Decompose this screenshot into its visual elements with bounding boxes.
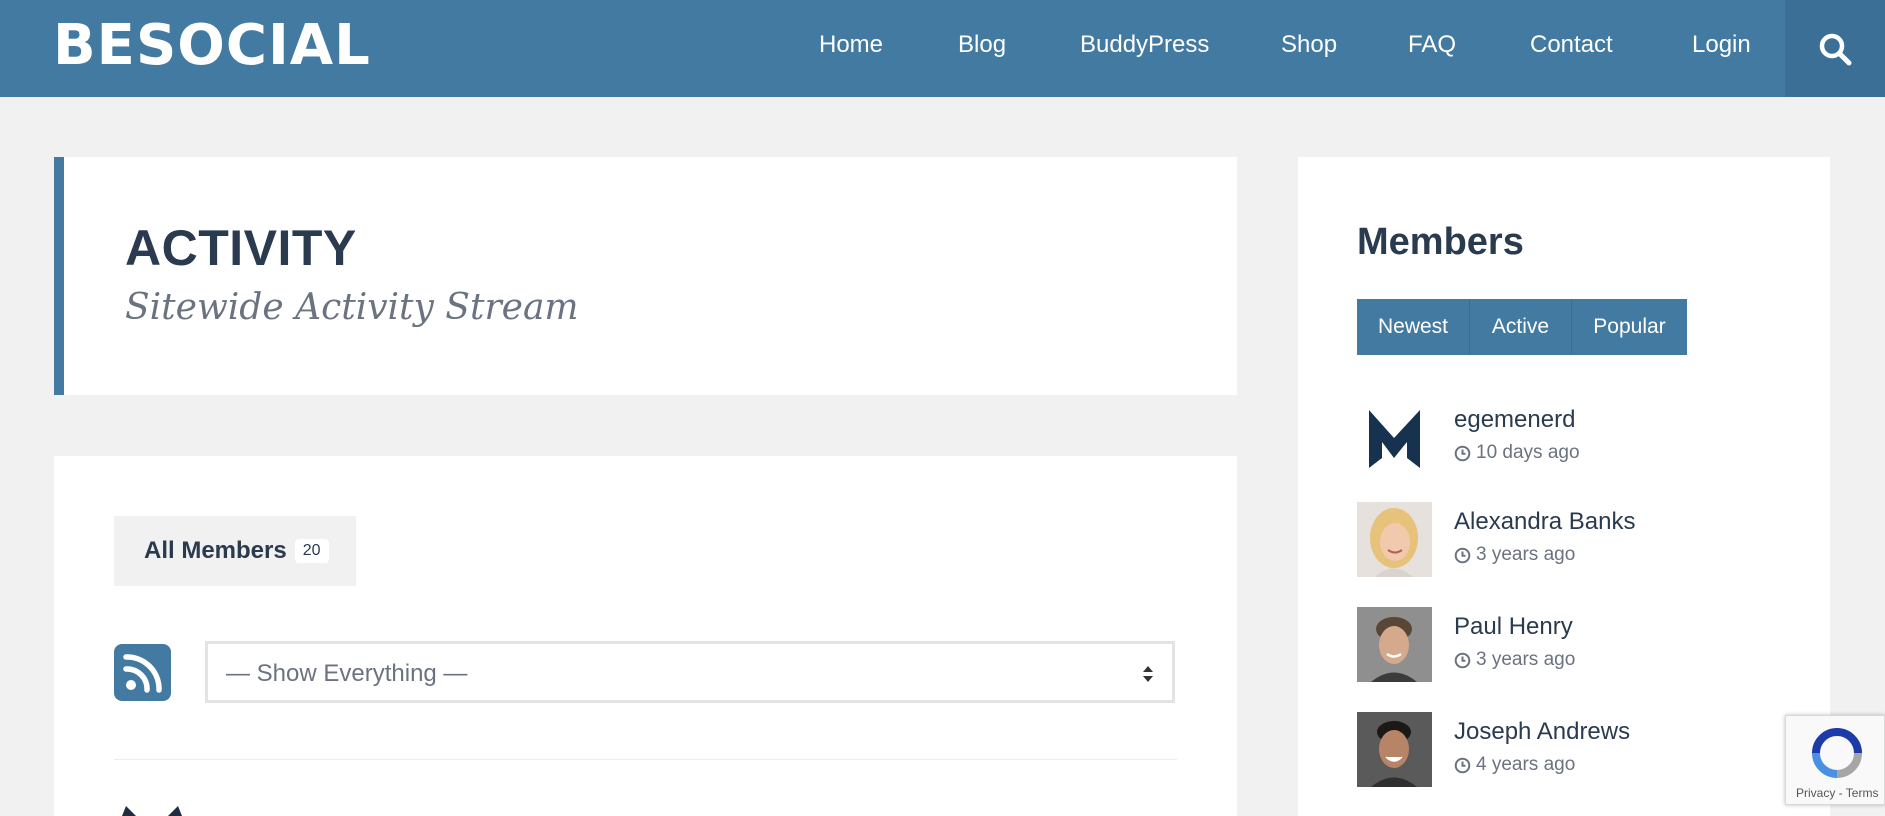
members-widget-title: Members	[1357, 221, 1524, 263]
all-members-label: All Members	[144, 537, 287, 564]
avatar[interactable]	[1357, 502, 1432, 577]
activity-filter-select[interactable]: — Show Everything —	[205, 641, 1175, 703]
member-last-active: 3 years ago	[1454, 649, 1575, 671]
filter-selected-value: — Show Everything —	[226, 660, 468, 687]
member-item[interactable]: egemenerd 10 days ago	[1357, 400, 1777, 475]
member-time: 3 years ago	[1476, 544, 1576, 565]
site-logo[interactable]: BESOCIAL	[53, 14, 371, 78]
avatar[interactable]	[1357, 400, 1432, 475]
nav-blog[interactable]: Blog	[958, 31, 1006, 59]
top-navigation-bar: BESOCIAL Home Blog BuddyPress Shop FAQ C…	[0, 0, 1885, 97]
nav-shop[interactable]: Shop	[1281, 31, 1337, 59]
page-subtitle: Sitewide Activity Stream	[125, 287, 579, 328]
members-filter-tabs: Newest Active Popular	[1357, 299, 1687, 355]
member-item[interactable]: Joseph Andrews 4 years ago	[1357, 712, 1777, 787]
clock-icon	[1454, 445, 1471, 461]
member-item[interactable]: Paul Henry 3 years ago	[1357, 607, 1777, 682]
member-item[interactable]: Alexandra Banks 3 years ago	[1357, 502, 1777, 577]
tab-active[interactable]: Active	[1470, 299, 1572, 355]
search-button[interactable]	[1785, 0, 1885, 97]
recaptcha-links[interactable]: Privacy - Terms	[1796, 786, 1878, 800]
recaptcha-logo-icon	[1812, 728, 1862, 778]
nav-home[interactable]: Home	[819, 31, 883, 59]
member-time: 10 days ago	[1476, 442, 1580, 463]
activity-stream-card	[54, 456, 1237, 816]
member-time: 3 years ago	[1476, 649, 1576, 670]
member-name[interactable]: egemenerd	[1454, 406, 1575, 434]
member-last-active: 10 days ago	[1454, 442, 1580, 464]
select-arrows-icon	[1143, 666, 1153, 682]
members-count-badge: 20	[294, 539, 329, 563]
stream-divider	[114, 759, 1177, 760]
member-time: 4 years ago	[1476, 754, 1576, 775]
member-name[interactable]: Paul Henry	[1454, 613, 1573, 641]
avatar[interactable]	[1357, 712, 1432, 787]
member-last-active: 4 years ago	[1454, 754, 1575, 776]
nav-contact[interactable]: Contact	[1530, 31, 1613, 59]
nav-faq[interactable]: FAQ	[1408, 31, 1456, 59]
tab-newest[interactable]: Newest	[1357, 299, 1470, 355]
search-icon	[1819, 33, 1852, 65]
clock-icon	[1454, 652, 1471, 668]
member-name[interactable]: Joseph Andrews	[1454, 718, 1630, 746]
recaptcha-badge[interactable]: Privacy - Terms	[1785, 715, 1885, 805]
clock-icon	[1454, 547, 1471, 563]
rss-icon	[123, 654, 162, 693]
member-name[interactable]: Alexandra Banks	[1454, 508, 1635, 536]
clock-icon	[1454, 757, 1471, 773]
tab-popular[interactable]: Popular	[1572, 299, 1687, 355]
avatar[interactable]	[1357, 607, 1432, 682]
nav-buddypress[interactable]: BuddyPress	[1080, 31, 1209, 59]
page-title: ACTIVITY	[125, 220, 357, 276]
rss-feed-button[interactable]	[114, 644, 171, 701]
nav-login[interactable]: Login	[1692, 31, 1751, 59]
activity-item-avatar	[122, 806, 182, 816]
member-last-active: 3 years ago	[1454, 544, 1575, 566]
all-members-tab[interactable]: All Members 20	[114, 516, 356, 586]
